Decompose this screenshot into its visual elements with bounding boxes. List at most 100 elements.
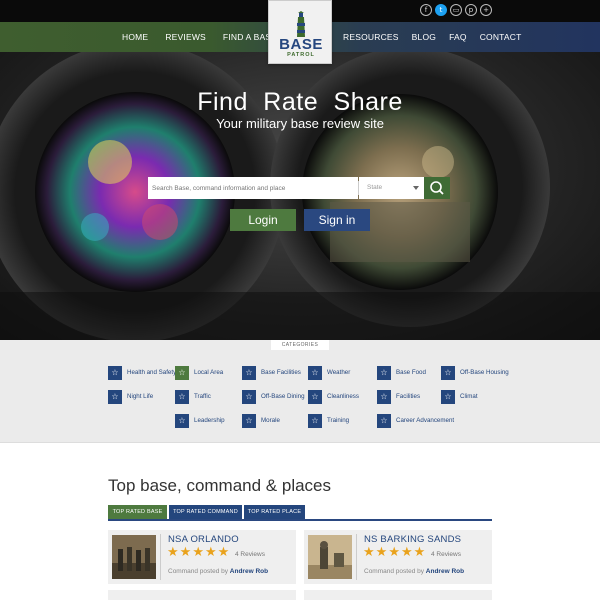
logo-wordmark: BASE xyxy=(279,36,323,53)
youtube-icon[interactable]: ▭ xyxy=(450,4,462,16)
star-icon: ★ xyxy=(179,545,192,560)
star-icon: ☆ xyxy=(308,414,322,428)
star-icon: ☆ xyxy=(108,390,122,404)
rating-stars: ★ ★ ★ ★ ★ xyxy=(167,546,229,560)
signin-button[interactable]: Sign in xyxy=(304,209,370,231)
star-icon: ★ xyxy=(388,545,400,560)
tab-top-rated-command[interactable]: TOP RATED COMMAND xyxy=(169,505,242,519)
category-local-area[interactable]: ☆ Local Area xyxy=(175,366,223,380)
search-button[interactable] xyxy=(424,177,450,199)
category-traffic[interactable]: ☆ Traffic xyxy=(175,390,211,404)
place-name[interactable]: NSA ORLANDO xyxy=(168,534,239,545)
star-icon: ☆ xyxy=(308,366,322,380)
category-morale[interactable]: ☆ Morale xyxy=(242,414,280,428)
category-base-facilities[interactable]: ☆ Base Facilities xyxy=(242,366,301,380)
facebook-icon[interactable]: f xyxy=(420,4,432,16)
posted-by: Command posted by Andrew Rob xyxy=(364,568,464,575)
twitter-icon[interactable]: t xyxy=(435,4,447,16)
place-card-partial[interactable] xyxy=(108,590,296,600)
category-leadership[interactable]: ☆ Leadership xyxy=(175,414,225,428)
nav-faq[interactable]: FAQ xyxy=(449,32,467,42)
star-icon: ☆ xyxy=(242,366,256,380)
posted-by: Command posted by Andrew Rob xyxy=(168,568,268,575)
place-thumbnail xyxy=(308,535,352,579)
site-logo[interactable]: BASE PATROL xyxy=(268,0,332,64)
categories-section: CATEGORIES ☆ Health and Safety ☆ Local A… xyxy=(0,340,600,443)
category-label: Off-Base Dining xyxy=(261,393,305,401)
star-icon: ★ xyxy=(375,545,388,560)
card-divider xyxy=(356,534,357,580)
nav-right-group: RESOURCES BLOG FAQ CONTACT xyxy=(343,22,522,52)
category-training[interactable]: ☆ Training xyxy=(308,414,349,428)
category-career-advancement[interactable]: ☆ Career Advancement xyxy=(377,414,454,428)
category-label: Weather xyxy=(327,369,351,377)
category-label: Base Food xyxy=(396,369,426,377)
category-label: Night Life xyxy=(127,393,154,401)
category-health-and-safety[interactable]: ☆ Health and Safety xyxy=(108,366,176,380)
nav-blog[interactable]: BLOG xyxy=(412,32,436,42)
login-button[interactable]: Login xyxy=(230,209,296,231)
category-label: Training xyxy=(327,417,350,425)
star-icon: ☆ xyxy=(108,366,122,380)
category-label: Morale xyxy=(261,417,280,425)
tab-top-rated-place[interactable]: TOP RATED PLACE xyxy=(244,505,305,519)
star-icon: ★ xyxy=(363,545,375,560)
category-off-base-housing[interactable]: ☆ Off-Base Housing xyxy=(441,366,509,380)
category-facilities[interactable]: ☆ Facilities xyxy=(377,390,420,404)
posted-prefix: Command posted by xyxy=(364,568,424,575)
author-link[interactable]: Andrew Rob xyxy=(426,568,464,575)
nav-reviews[interactable]: REVIEWS xyxy=(165,32,206,42)
category-label: Facilities xyxy=(396,393,421,401)
category-label: Health and Safety xyxy=(127,369,177,377)
hero-section: Find Rate Share Your military base revie… xyxy=(0,52,600,340)
section-title: Top base, command & places xyxy=(108,476,332,495)
category-night-life[interactable]: ☆ Night Life xyxy=(108,390,153,404)
place-card[interactable]: NSA ORLANDO ★ ★ ★ ★ ★ 4 Reviews Command … xyxy=(108,530,296,584)
hero-subtitle: Your military base review site xyxy=(216,116,384,131)
card-divider xyxy=(160,534,161,580)
star-icon: ☆ xyxy=(377,366,391,380)
search-bar: State xyxy=(148,177,450,199)
place-card[interactable]: NS BARKING SANDS ★ ★ ★ ★ ★ 4 Reviews Com… xyxy=(304,530,492,584)
place-thumbnail xyxy=(112,535,156,579)
star-icon: ☆ xyxy=(377,414,391,428)
nav-resources[interactable]: RESOURCES xyxy=(343,32,399,42)
google-plus-icon[interactable]: + xyxy=(480,4,492,16)
category-base-food[interactable]: ☆ Base Food xyxy=(377,366,426,380)
social-links: f t ▭ p + xyxy=(420,4,492,16)
search-icon xyxy=(430,181,444,195)
search-input[interactable] xyxy=(148,177,358,199)
category-label: Leadership xyxy=(194,417,225,425)
nav-left-group: HOME REVIEWS FIND A BASE xyxy=(122,22,277,52)
category-label: Local Area xyxy=(194,369,224,377)
place-card-partial[interactable] xyxy=(304,590,492,600)
star-icon: ☆ xyxy=(441,366,455,380)
logo-subtext: PATROL xyxy=(287,52,315,58)
review-count: 4 Reviews xyxy=(235,551,265,558)
nav-home[interactable]: HOME xyxy=(122,32,148,42)
posted-prefix: Command posted by xyxy=(168,568,228,575)
category-label: Climat xyxy=(460,393,478,401)
star-icon: ☆ xyxy=(242,414,256,428)
category-climat[interactable]: ☆ Climat xyxy=(441,390,478,404)
state-select-label: State xyxy=(367,184,383,191)
author-link[interactable]: Andrew Rob xyxy=(230,568,268,575)
star-icon: ★ xyxy=(204,545,217,560)
star-icon: ☆ xyxy=(308,390,322,404)
tab-top-rated-base[interactable]: TOP RATED BASE xyxy=(108,505,167,519)
place-name[interactable]: NS BARKING SANDS xyxy=(364,534,461,545)
hero-title: Find Rate Share xyxy=(197,88,403,116)
pinterest-icon[interactable]: p xyxy=(465,4,477,16)
nav-contact[interactable]: CONTACT xyxy=(480,32,522,42)
star-icon: ☆ xyxy=(175,366,189,380)
star-icon: ★ xyxy=(217,545,230,560)
star-icon: ☆ xyxy=(441,390,455,404)
chevron-down-icon xyxy=(413,186,419,190)
category-cleanliness[interactable]: ☆ Cleanliness xyxy=(308,390,359,404)
category-label: Career Advancement xyxy=(396,417,455,425)
rating-stars: ★ ★ ★ ★ ★ xyxy=(363,546,425,560)
category-off-base-dining[interactable]: ☆ Off-Base Dining xyxy=(242,390,305,404)
state-select[interactable]: State xyxy=(359,177,424,199)
category-weather[interactable]: ☆ Weather xyxy=(308,366,350,380)
category-label: Cleanliness xyxy=(327,393,359,401)
